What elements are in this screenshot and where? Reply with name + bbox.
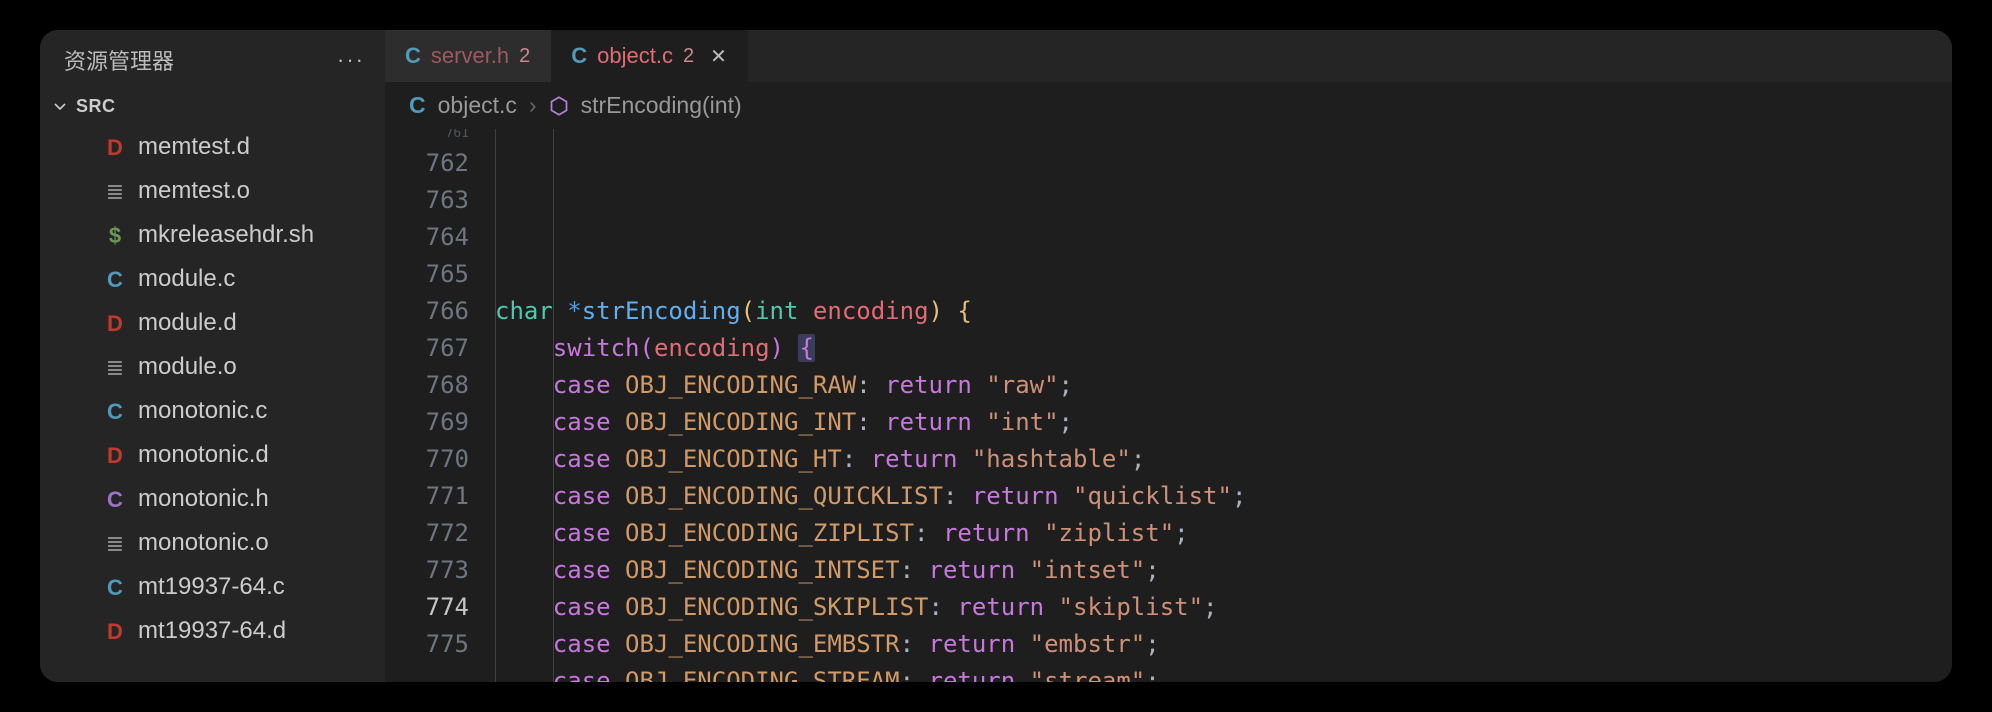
line-number: 767: [385, 330, 469, 367]
editor-window: 资源管理器 ··· SRC Dmemtest.d ≣ memtest.o $ mkrel…: [40, 30, 1952, 682]
line-number: 775: [385, 626, 469, 663]
file-item[interactable]: Dmt19937-64.d: [40, 609, 385, 653]
file-item[interactable]: Cmt19937-64.c: [40, 565, 385, 609]
sidebar-header: 资源管理器 ···: [40, 30, 385, 88]
file-item[interactable]: Dmonotonic.d: [40, 433, 385, 477]
file-item[interactable]: ≣ memtest.o: [40, 169, 385, 213]
line-number: 762: [385, 145, 469, 182]
code-editor[interactable]: 7617627637647657667677687697707717727737…: [385, 129, 1952, 682]
file-name: monotonic.d: [138, 437, 269, 473]
code-line[interactable]: case OBJ_ENCODING_EMBSTR: return "embstr…: [495, 626, 1952, 663]
chevron-right-icon: ›: [529, 92, 537, 119]
breadcrumb[interactable]: C object.c › strEncoding(int): [385, 82, 1952, 129]
file-item[interactable]: Dmodule.d: [40, 301, 385, 345]
line-number: 769: [385, 404, 469, 441]
code-line[interactable]: case OBJ_ENCODING_HT: return "hashtable"…: [495, 441, 1952, 478]
file-item[interactable]: Cmonotonic.h: [40, 477, 385, 521]
code-line[interactable]: case OBJ_ENCODING_INTSET: return "intset…: [495, 552, 1952, 589]
gutter: 7617627637647657667677687697707717727737…: [385, 129, 495, 682]
line-number: 764: [385, 219, 469, 256]
file-name: monotonic.c: [138, 393, 267, 429]
line-number: 773: [385, 552, 469, 589]
symbol-method-icon: [549, 96, 569, 116]
minimap[interactable]: [1832, 129, 1952, 682]
sidebar-section[interactable]: SRC: [40, 88, 385, 125]
file-name: module.d: [138, 305, 237, 341]
tab-label: server.h: [431, 43, 509, 69]
file-type-icon: D: [104, 307, 126, 340]
file-item[interactable]: ≣ monotonic.o: [40, 521, 385, 565]
file-name: monotonic.o: [138, 525, 269, 561]
main-pane: Cserver.h 2 Cobject.c 2 ✕ C object.c › strEn…: [385, 30, 1952, 682]
line-number: 771: [385, 478, 469, 515]
line-number: 766: [385, 293, 469, 330]
file-type-icon: ≣: [104, 175, 126, 208]
file-name: memtest.d: [138, 129, 250, 165]
section-label: SRC: [76, 96, 116, 117]
file-name: mt19937-64.c: [138, 569, 285, 605]
code-line[interactable]: switch(encoding) {: [495, 330, 1952, 367]
line-number: 765: [385, 256, 469, 293]
file-type-icon: C: [104, 483, 126, 516]
file-name: memtest.o: [138, 173, 250, 209]
line-number: 768: [385, 367, 469, 404]
tabbar: Cserver.h 2 Cobject.c 2 ✕: [385, 30, 1952, 82]
file-name: mkreleasehdr.sh: [138, 217, 314, 253]
line-number: 761: [385, 129, 469, 145]
breadcrumb-file: object.c: [438, 92, 517, 119]
file-item[interactable]: $ mkreleasehdr.sh: [40, 213, 385, 257]
file-type-icon: D: [104, 615, 126, 648]
line-number: 772: [385, 515, 469, 552]
line-number: 770: [385, 441, 469, 478]
c-file-icon: C: [405, 43, 421, 69]
close-icon[interactable]: ✕: [710, 44, 727, 69]
more-icon[interactable]: ···: [337, 47, 365, 73]
tab-label: object.c: [597, 43, 673, 69]
file-type-icon: C: [104, 263, 126, 296]
tab-badge: 2: [683, 45, 694, 68]
file-type-icon: C: [104, 571, 126, 604]
line-number: 763: [385, 182, 469, 219]
c-file-icon: C: [409, 92, 426, 119]
file-item[interactable]: Cmodule.c: [40, 257, 385, 301]
code-line[interactable]: case OBJ_ENCODING_ZIPLIST: return "zipli…: [495, 515, 1952, 552]
tab-server-h[interactable]: Cserver.h 2: [385, 30, 551, 82]
code-line[interactable]: case OBJ_ENCODING_STREAM: return "stream…: [495, 663, 1952, 682]
file-type-icon: ≣: [104, 527, 126, 560]
explorer-title: 资源管理器: [64, 44, 174, 76]
code-line[interactable]: case OBJ_ENCODING_QUICKLIST: return "qui…: [495, 478, 1952, 515]
code-area[interactable]: char *strEncoding(int encoding) { switch…: [495, 129, 1952, 682]
sidebar: 资源管理器 ··· SRC Dmemtest.d ≣ memtest.o $ mkrel…: [40, 30, 385, 682]
file-name: module.o: [138, 349, 237, 385]
file-type-icon: C: [104, 395, 126, 428]
file-name: monotonic.h: [138, 481, 269, 517]
file-type-icon: D: [104, 439, 126, 472]
file-name: mt19937-64.d: [138, 613, 286, 649]
chevron-down-icon: [52, 99, 68, 115]
line-number: 774: [385, 589, 469, 626]
file-type-icon: $: [104, 219, 126, 252]
file-name: module.c: [138, 261, 235, 297]
code-line[interactable]: [495, 277, 1952, 293]
file-type-icon: D: [104, 131, 126, 164]
code-line[interactable]: case OBJ_ENCODING_INT: return "int";: [495, 404, 1952, 441]
file-list: Dmemtest.d ≣ memtest.o $ mkreleasehdr.sh Cmod…: [40, 125, 385, 682]
tab-badge: 2: [519, 45, 530, 68]
file-item[interactable]: ≣ module.o: [40, 345, 385, 389]
code-line[interactable]: char *strEncoding(int encoding) {: [495, 293, 1952, 330]
file-type-icon: ≣: [104, 351, 126, 384]
code-line[interactable]: case OBJ_ENCODING_RAW: return "raw";: [495, 367, 1952, 404]
code-line[interactable]: case OBJ_ENCODING_SKIPLIST: return "skip…: [495, 589, 1952, 626]
file-item[interactable]: Cmonotonic.c: [40, 389, 385, 433]
c-file-icon: C: [571, 43, 587, 69]
file-item[interactable]: Dmemtest.d: [40, 125, 385, 169]
tab-object-c[interactable]: Cobject.c 2 ✕: [551, 30, 748, 82]
breadcrumb-symbol: strEncoding(int): [581, 92, 742, 119]
